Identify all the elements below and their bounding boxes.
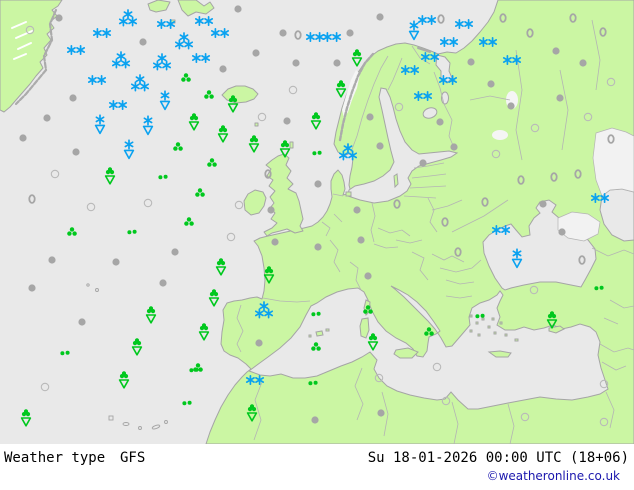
wx-symbol-cloud	[507, 102, 515, 110]
valid-datetime: Su 18-01-2026 00:00 UTC (18+06)	[367, 450, 629, 466]
wx-symbol-cloud	[450, 143, 458, 151]
wx-symbol-cloud	[357, 236, 365, 244]
menorca	[325, 328, 330, 332]
map-area	[0, 0, 634, 444]
wx-symbol-cloud	[255, 339, 263, 347]
wx-symbol-cloud	[311, 416, 319, 424]
map-footer: Weather type GFS Su 18-01-2026 00:00 UTC…	[0, 444, 634, 490]
map-type-label: Weather type	[4, 450, 106, 466]
wx-symbol-cloud	[267, 206, 275, 214]
ibiza	[308, 334, 312, 338]
wx-symbol-cloud	[487, 80, 495, 88]
zealand	[345, 191, 352, 197]
shetland	[289, 141, 294, 149]
wx-symbol-cloud	[55, 14, 63, 22]
wx-symbol-cloud	[436, 118, 444, 126]
wx-symbol-cloud	[112, 258, 120, 266]
wx-symbol-cloud	[539, 200, 547, 208]
sardinia	[359, 317, 370, 339]
wx-symbol-cloud	[283, 117, 291, 125]
wx-symbol-cloud	[314, 243, 322, 251]
wx-symbol-cloud	[346, 29, 354, 37]
wx-symbol-cloud	[279, 29, 287, 37]
wx-symbol-cloud	[234, 5, 242, 13]
wx-symbol-cloud	[219, 65, 227, 73]
weather-map	[0, 0, 634, 444]
wx-symbol-cloud	[419, 159, 427, 167]
wx-symbol-cloud	[171, 248, 179, 256]
wx-symbol-cloud	[558, 228, 566, 236]
wx-symbol-cloud	[333, 59, 341, 67]
rhodes	[514, 338, 519, 342]
wx-symbol-cloud	[69, 94, 77, 102]
mallorca	[315, 330, 324, 337]
model-name: GFS	[120, 450, 146, 466]
wx-symbol-cloud	[78, 318, 86, 326]
wx-symbol-cloud	[139, 38, 147, 46]
gotland	[393, 173, 399, 189]
wx-symbol-cloud	[376, 13, 384, 21]
wx-symbol-cloud	[377, 409, 385, 417]
weather-map-page: Weather type GFS Su 18-01-2026 00:00 UTC…	[0, 0, 634, 490]
wx-symbol-cloud	[292, 59, 300, 67]
wx-symbol-cloud	[364, 272, 372, 280]
wx-symbol-cloud	[353, 206, 361, 214]
wx-symbol-cloud	[72, 148, 80, 156]
wx-symbol-cloud	[43, 114, 51, 122]
wx-symbol-cloud	[314, 180, 322, 188]
wx-symbol-cloud	[252, 49, 260, 57]
faroe	[254, 122, 259, 127]
copyright-link[interactable]: ©weatheronline.co.uk	[487, 469, 620, 483]
wx-symbol-cloud	[579, 59, 587, 67]
wx-symbol-cloud	[48, 256, 56, 264]
wx-symbol-cloud	[28, 284, 36, 292]
wx-symbol-cloud	[19, 134, 27, 142]
russia-ice-2	[492, 130, 508, 140]
wx-symbol-cloud	[271, 238, 279, 246]
wx-symbol-cloud	[552, 47, 560, 55]
wx-symbol-cloud	[556, 94, 564, 102]
wx-symbol-cloud	[467, 58, 475, 66]
wx-symbol-cloud	[366, 113, 374, 121]
wx-symbol-cloud	[159, 279, 167, 287]
wx-symbol-cloud	[376, 142, 384, 150]
